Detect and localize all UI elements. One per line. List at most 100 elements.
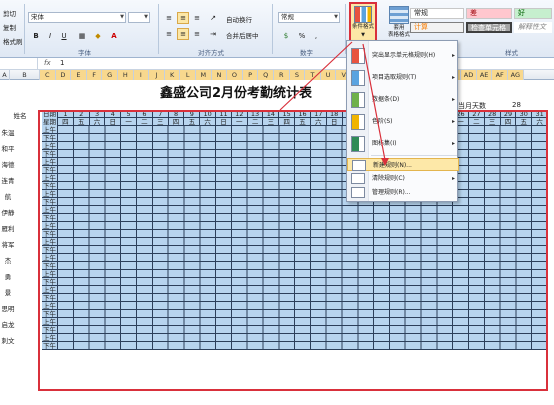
column-header-u[interactable]: U	[320, 70, 337, 80]
weekday-cell[interactable]: 四	[500, 118, 517, 126]
table-row[interactable]	[58, 166, 548, 174]
table-row[interactable]	[58, 230, 548, 238]
weekday-cell[interactable]: 日	[216, 118, 232, 126]
column-header-ag[interactable]: AG	[508, 70, 524, 80]
column-header-h[interactable]: H	[118, 70, 134, 80]
weekday-cell[interactable]: 六	[310, 118, 327, 126]
table-row[interactable]	[58, 310, 548, 318]
weekday-cell[interactable]: 四	[168, 118, 185, 126]
date-cell[interactable]: 10	[200, 110, 217, 118]
percent-button[interactable]: %	[296, 30, 308, 42]
date-cell[interactable]: 30	[516, 110, 533, 118]
column-header-n[interactable]: N	[211, 70, 228, 80]
date-cell[interactable]: 11	[216, 110, 232, 118]
table-row[interactable]	[58, 270, 548, 278]
fx-icon[interactable]: fx	[44, 59, 51, 67]
formula-input[interactable]: 1	[60, 59, 64, 67]
fill-color-icon[interactable]: ◆	[92, 30, 104, 42]
date-cell[interactable]: 31	[532, 110, 548, 118]
date-cell[interactable]: 15	[279, 110, 296, 118]
column-header-k[interactable]: K	[164, 70, 181, 80]
menu-item-3[interactable]: 色阶(S) ▸	[347, 111, 459, 133]
table-row[interactable]	[58, 158, 548, 166]
style-normal[interactable]: 常规	[410, 8, 464, 19]
table-row[interactable]	[58, 198, 548, 206]
wrap-text-button[interactable]: 自动换行	[226, 14, 252, 24]
date-cell[interactable]: 18	[326, 110, 343, 118]
format-painter-button[interactable]: 格式刷	[3, 36, 23, 46]
column-header-a[interactable]: A	[0, 70, 10, 80]
date-cell[interactable]: 8	[168, 110, 185, 118]
table-row[interactable]	[58, 238, 548, 246]
column-header-af[interactable]: AF	[492, 70, 508, 80]
menu-item-7[interactable]: 管理规则(R)...	[347, 186, 459, 199]
weekday-cell[interactable]: 日	[326, 118, 343, 126]
column-header-b[interactable]: B	[10, 70, 40, 80]
font-color-icon[interactable]: A	[108, 30, 120, 42]
font-size-combo[interactable]: ▼	[128, 12, 150, 23]
weekday-cell[interactable]: 三	[152, 118, 169, 126]
table-row[interactable]	[58, 182, 548, 190]
name-box[interactable]	[0, 58, 38, 70]
table-row[interactable]	[58, 246, 548, 254]
column-header-f[interactable]: F	[86, 70, 103, 80]
weekday-cell[interactable]: 五	[184, 118, 201, 126]
column-header-p[interactable]: P	[242, 70, 259, 80]
weekday-cell[interactable]: 二	[137, 118, 153, 126]
date-cell[interactable]: 17	[310, 110, 327, 118]
table-row[interactable]	[58, 294, 548, 302]
weekday-cell[interactable]: 一	[231, 118, 248, 126]
column-header-q[interactable]: Q	[258, 70, 274, 80]
column-header-l[interactable]: L	[180, 70, 196, 80]
weekday-cell[interactable]: 一	[121, 118, 138, 126]
weekday-cell[interactable]: 五	[516, 118, 533, 126]
column-header-s[interactable]: S	[289, 70, 306, 80]
worksheet[interactable]: 鑫盛公司2月份考勤统计表 当月天数 28 姓名日期日期星期1四2五3六4日5一6…	[0, 80, 554, 405]
weekday-cell[interactable]: 二	[247, 118, 264, 126]
style-calc[interactable]: 计算	[410, 22, 464, 33]
menu-item-2[interactable]: 数据条(D) ▸	[347, 89, 459, 111]
orientation-icon[interactable]: ↗	[207, 12, 219, 24]
bold-button[interactable]: B	[30, 30, 42, 42]
date-cell[interactable]: 12	[231, 110, 248, 118]
column-header-t[interactable]: T	[305, 70, 321, 80]
column-header-j[interactable]: J	[149, 70, 165, 80]
style-good[interactable]: 好	[514, 8, 552, 19]
weekday-cell[interactable]: 六	[532, 118, 548, 126]
column-header-ad[interactable]: AD	[461, 70, 477, 80]
date-cell[interactable]: 9	[184, 110, 201, 118]
table-row[interactable]	[58, 174, 548, 182]
align-middle-icon[interactable]: ≡	[177, 12, 189, 24]
currency-icon[interactable]: $	[280, 30, 292, 42]
merge-center-button[interactable]: 合并后居中	[226, 30, 259, 40]
comma-button[interactable]: ,	[310, 30, 322, 42]
align-left-icon[interactable]: ≡	[163, 28, 175, 40]
table-row[interactable]	[58, 190, 548, 198]
date-cell[interactable]: 16	[295, 110, 311, 118]
style-bad[interactable]: 差	[466, 8, 512, 19]
weekday-cell[interactable]: 三	[484, 118, 501, 126]
table-row[interactable]	[58, 326, 548, 334]
weekday-cell[interactable]: 五	[73, 118, 90, 126]
table-row[interactable]	[58, 342, 548, 350]
weekday-cell[interactable]: 三	[263, 118, 280, 126]
border-icon[interactable]: ▦	[76, 30, 88, 42]
date-cell[interactable]: 7	[152, 110, 169, 118]
style-explain[interactable]: 解释性文	[514, 22, 552, 33]
table-row[interactable]	[58, 206, 548, 214]
align-right-icon[interactable]: ≡	[191, 28, 203, 40]
table-row[interactable]	[58, 278, 548, 286]
column-header-e[interactable]: E	[71, 70, 87, 80]
table-row[interactable]	[58, 262, 548, 270]
menu-item-6[interactable]: 清除规则(C) ▸	[347, 172, 459, 185]
date-cell[interactable]: 3	[89, 110, 106, 118]
column-header-i[interactable]: I	[133, 70, 150, 80]
column-header-m[interactable]: M	[196, 70, 212, 80]
cut-button[interactable]: 剪切	[3, 8, 16, 18]
weekday-cell[interactable]: 日	[105, 118, 122, 126]
column-header-g[interactable]: G	[102, 70, 118, 80]
style-check[interactable]: 检查单元格	[466, 22, 512, 33]
table-row[interactable]	[58, 126, 548, 134]
italic-button[interactable]: I	[44, 30, 56, 42]
menu-item-4[interactable]: 图标集(I) ▸	[347, 133, 459, 155]
